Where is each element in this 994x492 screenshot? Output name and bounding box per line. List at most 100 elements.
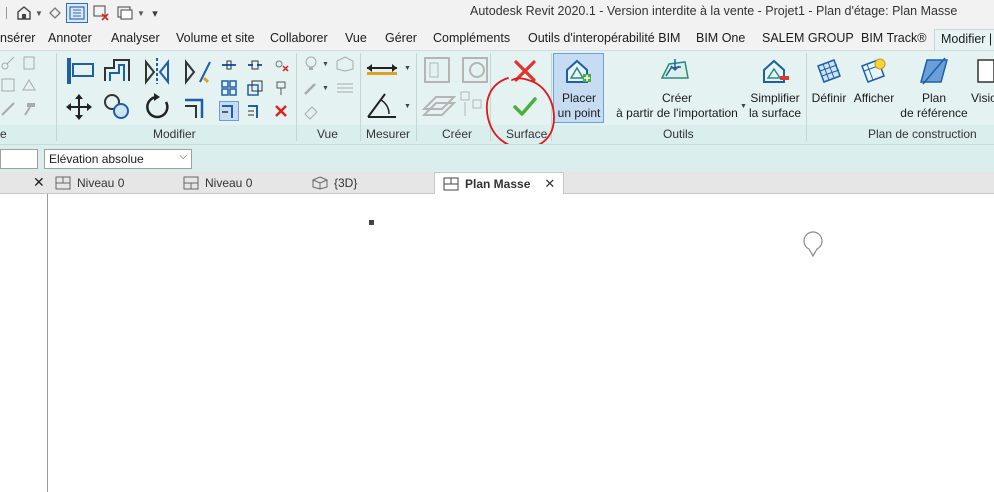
panel-separator — [56, 53, 57, 141]
tab-gerer[interactable]: Gérer — [385, 31, 417, 45]
home-icon[interactable] — [14, 2, 34, 24]
copy-icon[interactable] — [100, 91, 134, 123]
panel-label-creer: Créer — [442, 127, 473, 141]
join-icon[interactable] — [0, 77, 16, 93]
view-tab-niveau-0-b[interactable]: Niveau 0 — [183, 172, 252, 194]
brush-icon[interactable] — [302, 79, 320, 97]
cut-icon[interactable] — [0, 55, 16, 71]
pin-icon[interactable] — [272, 80, 290, 96]
trim-extend-icon[interactable] — [180, 91, 214, 123]
simplify-surface-icon[interactable] — [758, 55, 792, 87]
rotate-icon[interactable] — [140, 91, 174, 123]
create-parts-icon[interactable] — [420, 89, 458, 123]
title-bar: ▼ ▼ ▾ Autodesk Revit 2020.1 - Version in… — [0, 0, 994, 26]
scale-icon[interactable] — [246, 80, 264, 96]
measure-dropdown-icon[interactable]: ▼ — [404, 65, 411, 72]
trim-single-button[interactable] — [219, 101, 239, 121]
window-dropdown-icon[interactable]: ▼ — [136, 2, 146, 24]
mirror-draw-icon[interactable] — [180, 54, 214, 88]
panel-label-outils: Outils — [663, 127, 694, 141]
view-tab-label: Niveau 0 — [205, 176, 253, 190]
afficher-label: Afficher — [853, 91, 895, 105]
array-icon[interactable] — [220, 80, 238, 96]
offset-icon[interactable] — [100, 54, 134, 88]
view-tab-label: Plan Masse — [465, 176, 531, 191]
point-marker[interactable] — [369, 220, 374, 225]
tab-annoter[interactable]: Annoter — [48, 31, 92, 45]
site-plan-icon — [443, 177, 459, 191]
panel-label-modifier: Modifier — [153, 127, 196, 141]
align-icon[interactable] — [63, 54, 97, 88]
place-point-icon — [562, 55, 594, 87]
edge-separator-icon — [0, 2, 14, 24]
panel-separator — [360, 53, 361, 141]
tab-volume-et-site[interactable]: Volume et site — [176, 31, 255, 45]
tab-inserer[interactable]: nsérer — [0, 31, 35, 45]
tab-vue[interactable]: Vue — [345, 31, 367, 45]
tab-bim-track[interactable]: BIM Track® — [861, 31, 926, 45]
delete-icon[interactable] — [272, 103, 290, 119]
close-icon[interactable]: ✕ — [33, 174, 45, 191]
tab-salem-group[interactable]: SALEM GROUP — [762, 31, 854, 45]
close-window-icon[interactable] — [88, 2, 114, 24]
move-icon[interactable] — [62, 91, 96, 123]
options-bar: Elévation absolue ⌵ — [0, 144, 994, 172]
wall-join-icon[interactable] — [0, 101, 16, 117]
more-dropdown-icon[interactable]: ▾ — [146, 2, 164, 24]
unpin-icon[interactable] — [272, 57, 290, 73]
panel-separator — [296, 53, 297, 141]
mirror-axis-icon[interactable] — [140, 54, 174, 88]
show-workplane-icon[interactable] — [856, 55, 890, 87]
hammer-icon[interactable] — [20, 101, 38, 117]
dimension-dropdown-icon[interactable]: ▼ — [404, 103, 411, 110]
panel-label-plan-construction: Plan de construction — [868, 127, 977, 141]
floor-plan-icon — [55, 176, 71, 190]
split-element-icon[interactable] — [220, 57, 238, 73]
view-cube-icon[interactable] — [334, 55, 356, 73]
define-workplane-icon[interactable] — [812, 55, 846, 87]
tab-bim-one[interactable]: BIM One — [696, 31, 745, 45]
home-dropdown-icon[interactable]: ▼ — [34, 2, 44, 24]
split-gap-icon[interactable] — [246, 57, 264, 73]
tab-outils-interoperabilite[interactable]: Outils d'interopérabilité BIM — [528, 31, 680, 45]
paste-icon[interactable] — [20, 55, 38, 71]
create-import-dropdown-icon[interactable]: ▼ — [740, 103, 747, 110]
tab-complements[interactable]: Compléments — [433, 31, 510, 45]
measure-distance-icon[interactable] — [364, 59, 400, 77]
eraser-icon[interactable] — [302, 103, 320, 121]
panel-label-left: e — [0, 127, 7, 141]
view-list-icon[interactable] — [66, 3, 88, 23]
close-icon[interactable]: ✕ — [544, 176, 555, 192]
tab-collaborer[interactable]: Collaborer — [270, 31, 328, 45]
lightbulb-icon[interactable] — [302, 55, 320, 73]
tab-analyser[interactable]: Analyser — [111, 31, 160, 45]
ribbon-tabs: nsérer Annoter Analyser Volume et site C… — [0, 26, 994, 50]
window-switch-icon[interactable] — [114, 2, 136, 24]
definir-label: Définir — [811, 91, 847, 105]
project-browser-pane[interactable] — [0, 194, 48, 492]
view-tab-niveau-0-a[interactable]: Niveau 0 — [55, 172, 124, 194]
survey-point-icon[interactable] — [802, 230, 824, 260]
panel-separator — [806, 53, 807, 141]
tab-modifier-context[interactable]: Modifier | — [934, 29, 994, 50]
drawing-canvas[interactable] — [49, 194, 994, 492]
create-group-icon[interactable] — [420, 54, 454, 86]
reference-plane-icon[interactable] — [918, 55, 950, 87]
trim-multiple-icon[interactable] — [246, 103, 264, 119]
viewer-icon[interactable] — [976, 55, 994, 87]
create-from-import-icon[interactable] — [658, 55, 692, 87]
linework-icon[interactable] — [334, 79, 356, 97]
brush-dropdown-icon[interactable]: ▼ — [322, 85, 329, 92]
panel-label-vue: Vue — [317, 127, 338, 141]
plan-line1: Plan — [921, 91, 947, 105]
view-tab-plan-masse[interactable]: Plan Masse ✕ — [434, 172, 565, 194]
elevation-select[interactable]: Elévation absolue ⌵ — [44, 149, 192, 169]
chevron-down-icon: ⌵ — [179, 151, 187, 162]
vue-dropdown-icon[interactable]: ▼ — [322, 61, 329, 68]
view-tab-3d[interactable]: {3D} — [312, 172, 357, 194]
panel-label-mesurer: Mesurer — [366, 127, 411, 141]
dimension-angular-icon[interactable] — [364, 89, 400, 121]
sync-icon[interactable] — [44, 2, 66, 24]
options-input[interactable] — [0, 149, 38, 169]
geometry-icon[interactable] — [20, 77, 38, 93]
